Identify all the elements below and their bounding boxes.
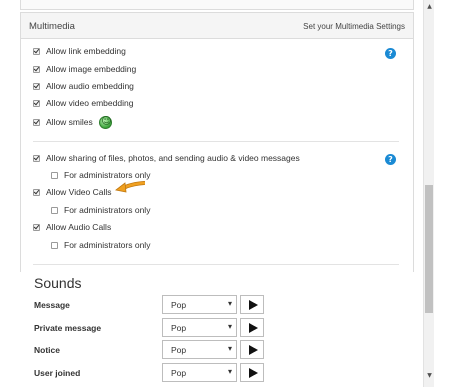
label-audio-embedding: Allow audio embedding (46, 81, 134, 91)
sound-row-notice: Notice Pop ▾ (34, 340, 274, 360)
scrollbar-thumb[interactable] (425, 185, 433, 313)
embedding-help-icon[interactable]: ? (385, 48, 396, 59)
scroll-down-arrow-icon[interactable]: ▼ (424, 372, 435, 381)
play-button-user-joined[interactable] (240, 363, 264, 382)
label-image-embedding: Allow image embedding (46, 64, 137, 74)
play-icon (249, 300, 258, 310)
option-image-embedding[interactable]: Allow image embedding (33, 63, 136, 75)
checkbox-video-admins[interactable] (51, 206, 58, 214)
checkbox-link-embedding[interactable] (33, 47, 40, 55)
option-sharing[interactable]: Allow sharing of files, photos, and send… (33, 152, 300, 164)
option-audio-calls[interactable]: Allow Audio Calls (33, 221, 111, 233)
option-video-admins[interactable]: For administrators only (51, 204, 150, 216)
label-sharing: Allow sharing of files, photos, and send… (46, 153, 300, 163)
sound-row-user-joined: User joined Pop ▾ (34, 363, 274, 383)
vertical-scrollbar[interactable]: ▲ ▼ (423, 0, 434, 387)
checkbox-sharing-admins[interactable] (51, 171, 58, 179)
checkbox-sharing[interactable] (33, 154, 40, 162)
label-link-embedding: Allow link embedding (46, 46, 126, 56)
option-audio-embedding[interactable]: Allow audio embedding (33, 80, 134, 92)
checkbox-image-embedding[interactable] (33, 65, 40, 73)
section-divider-bottom (33, 264, 399, 265)
checkbox-smiles[interactable] (33, 118, 40, 126)
sound-label-user-joined: User joined (34, 368, 81, 378)
sound-select-value: Pop (171, 345, 187, 355)
option-video-embedding[interactable]: Allow video embedding (33, 97, 133, 109)
caret-down-icon: ▾ (227, 367, 232, 376)
multimedia-settings-link[interactable]: Set your Multimedia Settings (303, 22, 405, 31)
multimedia-header: Multimedia Set your Multimedia Settings (21, 13, 413, 39)
play-icon (249, 368, 258, 378)
sound-select-message[interactable]: Pop ▾ (162, 295, 237, 314)
sound-select-user-joined[interactable]: Pop ▾ (162, 363, 237, 382)
section-divider (33, 141, 399, 142)
label-audio-admins: For administrators only (64, 240, 151, 250)
sound-label-notice: Notice (34, 345, 60, 355)
play-icon (249, 323, 258, 333)
label-smiles: Allow smiles (46, 117, 93, 127)
play-button-private-message[interactable] (240, 318, 264, 337)
label-video-calls: Allow Video Calls (46, 187, 112, 197)
label-video-admins: For administrators only (64, 205, 151, 215)
play-icon (249, 345, 258, 355)
scroll-up-arrow-icon[interactable]: ▲ (424, 3, 435, 12)
label-video-embedding: Allow video embedding (46, 98, 134, 108)
option-link-embedding[interactable]: Allow link embedding (33, 45, 126, 57)
sounds-title: Sounds (34, 275, 82, 291)
sound-select-notice[interactable]: Pop ▾ (162, 340, 237, 359)
caret-down-icon: ▾ (227, 322, 232, 331)
sound-label-private-message: Private message (34, 323, 102, 333)
sound-row-private-message: Private message Pop ▾ (34, 318, 274, 338)
sound-select-private-message[interactable]: Pop ▾ (162, 318, 237, 337)
option-smiles[interactable]: Allow smiles (33, 115, 112, 129)
option-video-calls[interactable]: Allow Video Calls (33, 186, 112, 198)
play-button-message[interactable] (240, 295, 264, 314)
caret-down-icon: ▾ (227, 344, 232, 353)
smiley-icon (98, 115, 112, 129)
sound-label-message: Message (34, 300, 70, 310)
caret-down-icon: ▾ (227, 299, 232, 308)
checkbox-video-calls[interactable] (33, 188, 40, 196)
label-audio-calls: Allow Audio Calls (46, 222, 112, 232)
checkbox-video-embedding[interactable] (33, 99, 40, 107)
multimedia-title: Multimedia (29, 21, 75, 32)
sound-select-value: Pop (171, 300, 187, 310)
previous-panel-edge (20, 0, 414, 10)
play-button-notice[interactable] (240, 340, 264, 359)
checkbox-audio-embedding[interactable] (33, 82, 40, 90)
sound-row-message: Message Pop ▾ (34, 295, 274, 315)
checkbox-audio-admins[interactable] (51, 241, 58, 249)
checkbox-audio-calls[interactable] (33, 223, 40, 231)
sound-select-value: Pop (171, 323, 187, 333)
label-sharing-admins: For administrators only (64, 170, 151, 180)
option-audio-admins[interactable]: For administrators only (51, 239, 150, 251)
multimedia-panel: Multimedia Set your Multimedia Settings … (20, 12, 414, 272)
pointer-arrow-icon (115, 181, 145, 193)
sound-select-value: Pop (171, 368, 187, 378)
sharing-help-icon[interactable]: ? (385, 154, 396, 165)
